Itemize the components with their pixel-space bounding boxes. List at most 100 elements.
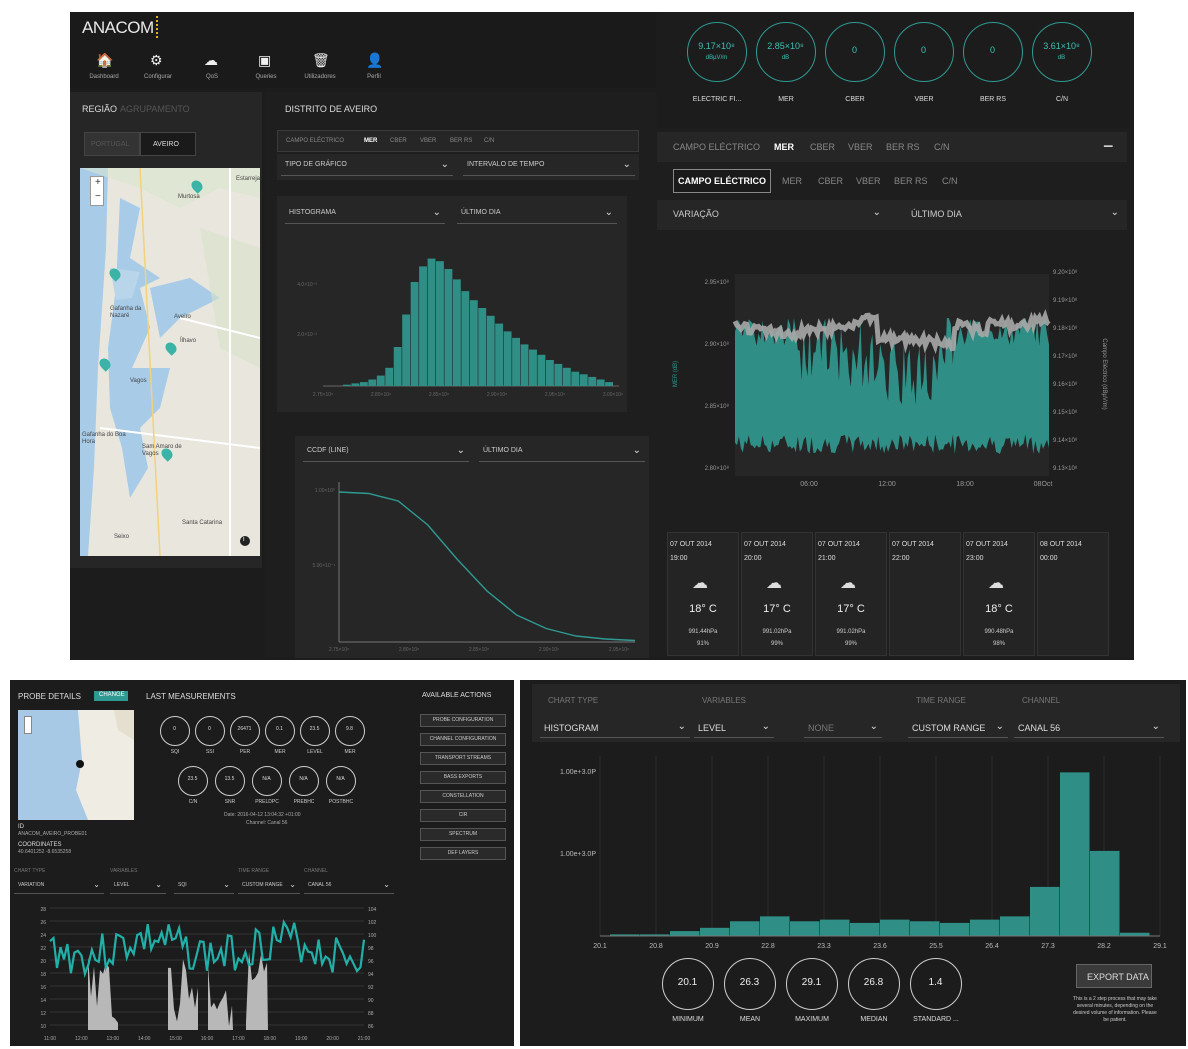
action-button[interactable]: TRANSPORT STREAMS	[420, 752, 506, 765]
probe-filter-select[interactable]: CANAL 56 ⌄	[304, 880, 394, 894]
hist-filter-select[interactable]: HISTOGRAM ⌄	[540, 718, 690, 738]
right-range-select[interactable]: ÚLTIMO DIA ⌄	[907, 204, 1123, 224]
action-button[interactable]: PROBE CONFIGURATION	[420, 714, 506, 727]
right-tab[interactable]: BER RS	[886, 142, 920, 152]
probe-map[interactable]	[18, 710, 134, 820]
gauge-circle[interactable]: 0	[963, 22, 1023, 82]
measure-circle[interactable]: 9.8	[335, 716, 365, 746]
measure-circle[interactable]: 0	[160, 716, 190, 746]
gauge-circle[interactable]: 3.61×10⁸ dB	[1032, 22, 1092, 82]
stat-circle[interactable]: 20.1	[662, 958, 714, 1010]
gauge-circle[interactable]: 2.85×10⁸ dB	[756, 22, 816, 82]
probe-filter-select[interactable]: VARIATION ⌄	[14, 880, 104, 894]
mid-tab[interactable]: CBER	[390, 138, 407, 144]
right-tab[interactable]: CAMPO ELÉCTRICO	[673, 169, 772, 193]
cloud-icon[interactable]: ☁	[204, 52, 218, 69]
measure-circle[interactable]: 23.5	[300, 716, 330, 746]
probe-change-button[interactable]: CHANGE	[94, 691, 128, 701]
nav-item-label[interactable]: QoS	[192, 74, 232, 80]
action-button[interactable]: CHANNEL CONFIGURATION	[420, 733, 506, 746]
chart-type-select[interactable]: TIPO DE GRÁFICO ⌄	[281, 156, 453, 176]
nav-item-label[interactable]: Queries	[246, 74, 286, 80]
ccdf-line	[338, 491, 636, 642]
gear-icon[interactable]: ⚙	[150, 52, 163, 69]
nav-item-label[interactable]: Configurar	[138, 74, 178, 80]
hist-filter-select[interactable]: LEVEL ⌄	[694, 718, 774, 738]
probe-filter-select[interactable]: CUSTOM RANGE ⌄	[238, 880, 300, 894]
right-tab[interactable]: C/N	[934, 142, 950, 152]
histogram-bar	[940, 922, 970, 936]
histogram-type-select[interactable]: HISTOGRAMA ⌄	[285, 204, 445, 224]
trash-icon[interactable]: 🗑	[312, 52, 330, 69]
weather-strip: 07 OUT 2014 19:00 ☁ 18° C 991.44hPa 91% 07 OUT…	[667, 532, 1125, 656]
tab-portugal[interactable]: PORTUGAL	[84, 132, 140, 156]
probe-y-right-tick: 102	[368, 920, 377, 926]
queries-icon[interactable]: ▣	[258, 52, 271, 69]
right-tab[interactable]: BER RS	[894, 176, 928, 186]
measure-circle[interactable]: 0	[195, 716, 225, 746]
measure-circle[interactable]: N/A	[326, 766, 356, 796]
action-button[interactable]: CIR	[420, 809, 506, 822]
histogram-bar	[486, 315, 495, 386]
measure-date: Date: 2016-04-12 13:04:32 +01:00	[224, 812, 301, 818]
measure-circle[interactable]: 23.5	[178, 766, 208, 796]
ccdf-type-select[interactable]: CCDF (LINE) ⌄	[303, 442, 469, 462]
stat-circle[interactable]: 1.4	[910, 958, 962, 1010]
right-tab[interactable]: CBER	[818, 176, 843, 186]
stat-circle[interactable]: 29.1	[786, 958, 838, 1010]
right-tab[interactable]: CAMPO ELÉCTRICO	[673, 142, 760, 152]
measure-circle[interactable]: N/A	[252, 766, 282, 796]
user-icon[interactable]: 👤	[366, 52, 383, 69]
right-tab[interactable]: MER	[774, 142, 794, 152]
action-button[interactable]: DEF LAYERS	[420, 847, 506, 860]
action-button[interactable]: BASS EXPORTS	[420, 771, 506, 784]
home-icon[interactable]: 🏠	[96, 52, 113, 69]
action-button[interactable]: SPECTRUM	[420, 828, 506, 841]
nav-item-label[interactable]: Perfil	[354, 74, 394, 80]
measure-circle[interactable]: 26471	[230, 716, 260, 746]
weather-date: 07 OUT 2014	[818, 541, 860, 548]
right-tab[interactable]: MER	[782, 176, 802, 186]
histogram-range-select[interactable]: ÚLTIMO DIA ⌄	[457, 204, 617, 224]
zoom-out-button[interactable]: −	[95, 191, 101, 202]
measure-circle[interactable]: 13.5	[215, 766, 245, 796]
gauge-circle[interactable]: 9.17×10⁸ dBµV/m	[687, 22, 747, 82]
map-info-button[interactable]: i	[240, 536, 250, 546]
gauge-circle[interactable]: 0	[894, 22, 954, 82]
mid-tab[interactable]: MER	[364, 138, 377, 144]
hist-filter-select[interactable]: CUSTOM RANGE ⌄	[908, 718, 1008, 738]
tab-aveiro[interactable]: AVEIRO	[140, 132, 196, 156]
zoom-in-button[interactable]: +	[95, 177, 101, 188]
probe-map-zoom[interactable]	[24, 716, 32, 734]
brand-logo[interactable]: ANACOM	[82, 18, 154, 38]
right-tab[interactable]: VBER	[856, 176, 881, 186]
stat-circle[interactable]: 26.3	[724, 958, 776, 1010]
mid-tab[interactable]: BER RS	[450, 138, 472, 144]
probe-filter-select[interactable]: SQI ⌄	[174, 880, 234, 894]
export-data-button[interactable]: EXPORT DATA	[1076, 964, 1152, 988]
variation-select[interactable]: VARIAÇÃO ⌄	[669, 204, 885, 224]
time-interval-select[interactable]: INTERVALO DE TEMPO ⌄	[463, 156, 635, 176]
ccdf-range-select[interactable]: ÚLTIMO DIA ⌄	[479, 442, 645, 462]
stat-circle[interactable]: 26.8	[848, 958, 900, 1010]
nav-item-label[interactable]: Dashboard	[84, 74, 124, 80]
mid-tab[interactable]: CAMPO ELÉCTRICO	[286, 138, 344, 144]
hist-filter-select[interactable]: NONE ⌄	[804, 718, 882, 738]
action-button[interactable]: CONSTELLATION	[420, 790, 506, 803]
measure-circle[interactable]: 0.1	[265, 716, 295, 746]
right-tab[interactable]: CBER	[810, 142, 835, 152]
mid-tab[interactable]: C/N	[484, 138, 494, 144]
right-tab[interactable]: VBER	[848, 142, 873, 152]
mid-tab[interactable]: VBER	[420, 138, 436, 144]
hist-y-tick: 1.00e+3.0P	[560, 851, 596, 858]
nav-item-label[interactable]: Utilizadores	[300, 74, 340, 80]
right-tab[interactable]: C/N	[942, 176, 958, 186]
measure-circle[interactable]: N/A	[289, 766, 319, 796]
probe-filter-select[interactable]: LEVEL ⌄	[110, 880, 166, 894]
histogram-bar	[730, 921, 760, 936]
region-muted-label[interactable]: AGRUPAMENTO	[120, 104, 190, 114]
gauge-circle[interactable]: 0	[825, 22, 885, 82]
hist-filter-select[interactable]: CANAL 56 ⌄	[1014, 718, 1164, 738]
var-x-tick: 06:00	[800, 481, 818, 488]
collapse-button[interactable]: −	[1103, 136, 1114, 157]
